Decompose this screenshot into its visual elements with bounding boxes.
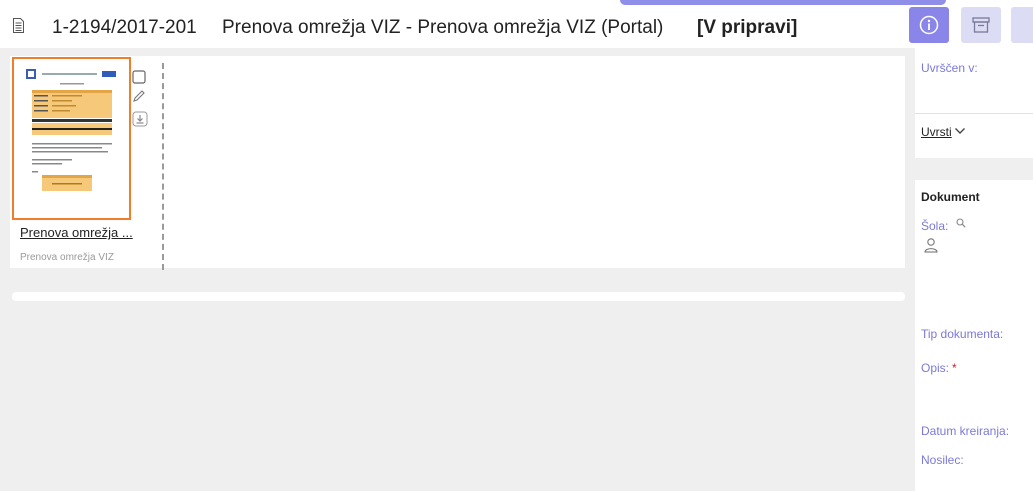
info-icon (919, 15, 939, 35)
search-icon[interactable] (956, 218, 966, 228)
ranked-in-label: Uvrščen v: (921, 61, 978, 75)
divider (915, 113, 1033, 114)
status-badge: [V pripravi] (697, 17, 798, 38)
person-icon (924, 238, 938, 253)
rank-link[interactable]: Uvrsti (921, 125, 952, 139)
archive-icon (972, 17, 990, 33)
required-mark: * (952, 361, 957, 375)
owner-label: Nosilec: (921, 453, 964, 467)
document-list (10, 56, 905, 268)
chevron-down-icon[interactable] (954, 126, 966, 136)
document-preview (22, 65, 122, 213)
top-tab-indicator (620, 0, 946, 5)
description-label: Opis: * (921, 361, 957, 375)
document-thumbnail[interactable] (12, 57, 131, 220)
divider (162, 63, 164, 270)
document-subtitle: Prenova omrežja VIZ (20, 252, 114, 263)
document-icon (13, 18, 24, 33)
school-label: Šola: (921, 219, 949, 233)
page-title: Prenova omrežja VIZ - Prenova omrežja VI… (222, 17, 664, 38)
download-icon[interactable] (132, 111, 148, 127)
section-title: Dokument (921, 190, 980, 204)
section-separator (915, 158, 1033, 180)
document-name-link[interactable]: Prenova omrežja ... (20, 225, 133, 240)
more-button[interactable] (1011, 7, 1033, 43)
doc-type-label: Tip dokumenta: (921, 327, 1004, 341)
archive-button[interactable] (961, 7, 1001, 43)
select-checkbox[interactable] (132, 70, 146, 84)
description-label-text: Opis: (921, 361, 950, 375)
info-button[interactable] (909, 7, 949, 43)
secondary-panel (12, 292, 905, 301)
edit-icon[interactable] (132, 89, 146, 103)
created-date-label: Datum kreiranja: (921, 424, 1010, 438)
record-id: 1-2194/2017-201 (52, 17, 197, 38)
